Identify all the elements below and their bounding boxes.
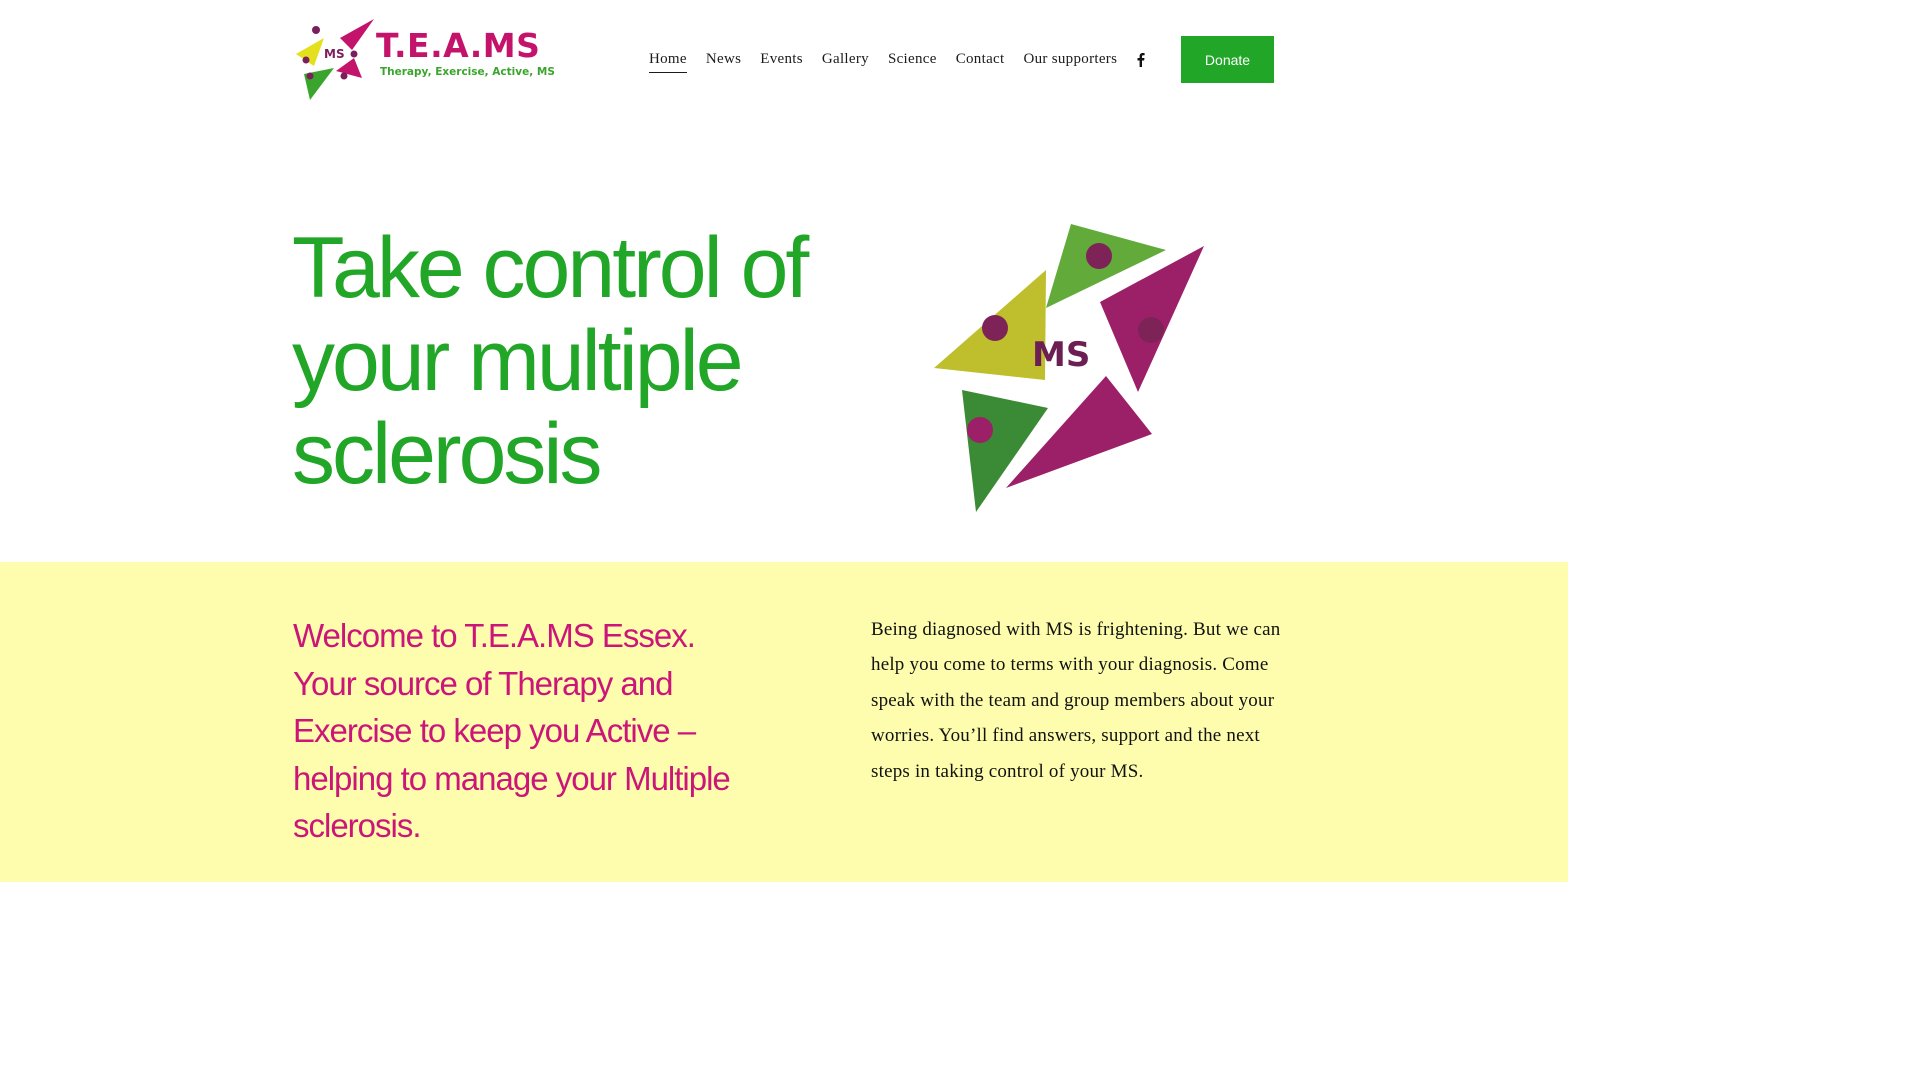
ms-star-logo-image: MS [934, 224, 1204, 512]
welcome-heading: Welcome to T.E.A.MS Essex. Your source o… [293, 617, 731, 844]
hero-image-text: MS [1032, 335, 1090, 375]
nav-item-science[interactable]: Science [888, 48, 937, 73]
site-logo[interactable]: MS T.E.A.MS Therapy, Exercise, Active, M… [296, 16, 555, 102]
svg-text:MS: MS [324, 47, 345, 61]
welcome-section [0, 562, 1568, 882]
nav-item-home[interactable]: Home [649, 48, 687, 73]
nav-item-news[interactable]: News [706, 48, 741, 73]
donate-button[interactable]: Donate [1181, 36, 1274, 83]
main-nav: Home News Events Gallery Science Contact… [649, 48, 1117, 73]
hero-title: Take control of your multiple sclerosis [292, 220, 809, 502]
logo-tagline: Therapy, Exercise, Active, MS [380, 66, 555, 78]
nav-item-events[interactable]: Events [760, 48, 803, 73]
logo-title: T.E.A.MS [376, 26, 541, 65]
nav-item-gallery[interactable]: Gallery [822, 48, 869, 73]
facebook-icon[interactable] [1131, 50, 1149, 68]
logo-star-icon: MS [296, 19, 374, 100]
welcome-body: Being diagnosed with MS is frightening. … [871, 619, 1281, 782]
site-header: MS T.E.A.MS Therapy, Exercise, Active, M… [0, 0, 1568, 120]
nav-item-our-supporters[interactable]: Our supporters [1023, 48, 1117, 73]
nav-item-contact[interactable]: Contact [956, 48, 1005, 73]
